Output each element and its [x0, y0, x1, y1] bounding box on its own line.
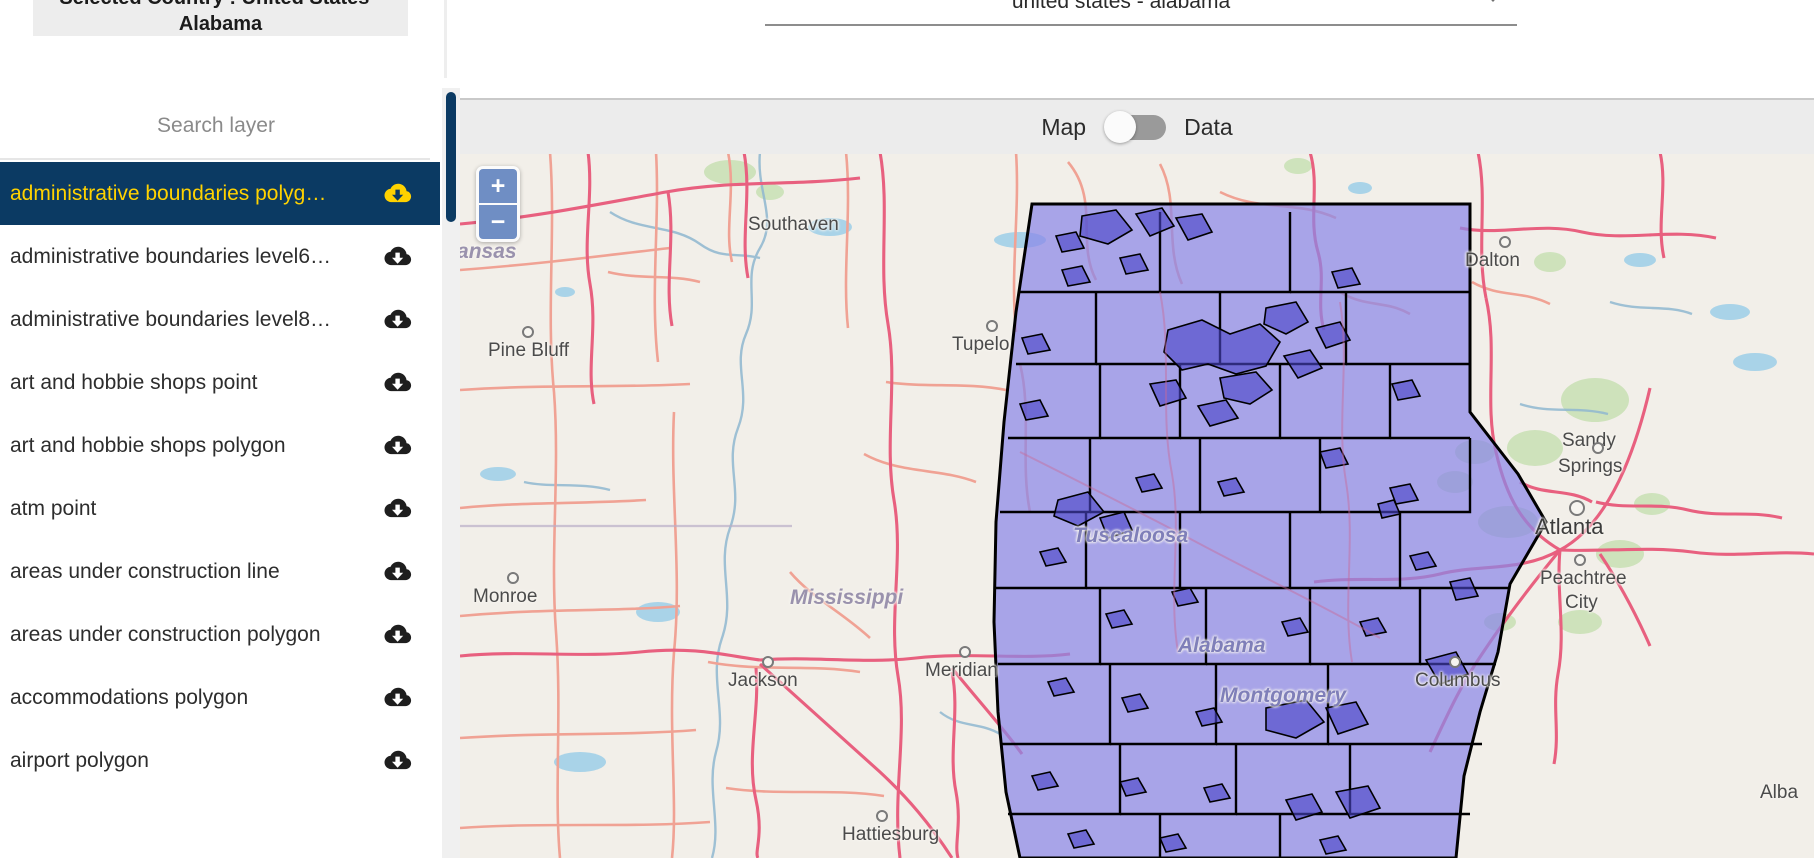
- selected-country-chip: Selected Country : United States - Alaba…: [33, 0, 408, 36]
- layer-list-item-label: administrative boundaries polyg…: [10, 181, 327, 205]
- layer-list[interactable]: administrative boundaries polyg… administ…: [0, 162, 440, 858]
- cloud-download-icon[interactable]: [380, 370, 414, 396]
- country-select[interactable]: united states - alabama: [765, 0, 1517, 38]
- layer-list-item-label: administrative boundaries level6…: [10, 244, 331, 268]
- toggle-knob[interactable]: [1104, 111, 1137, 143]
- layer-sidebar: administrative boundaries polyg… administ…: [0, 98, 440, 858]
- cloud-download-icon[interactable]: [380, 559, 414, 585]
- layer-list-item-label: atm point: [10, 496, 97, 520]
- layer-list-item-label: art and hobbie shops point: [10, 370, 258, 394]
- map-graphic: [460, 152, 1814, 858]
- zoom-in-button[interactable]: +: [479, 169, 517, 203]
- layer-list-item[interactable]: administrative boundaries polyg…: [0, 162, 440, 225]
- map-data-toggle-bar: Map Data: [460, 98, 1814, 154]
- layer-list-item[interactable]: areas under construction polygon: [0, 603, 440, 666]
- cloud-download-icon[interactable]: [380, 244, 414, 270]
- layer-list-item[interactable]: art and hobbie shops point: [0, 351, 440, 414]
- search-underline: [0, 158, 430, 160]
- layer-list-item[interactable]: art and hobbie shops polygon: [0, 414, 440, 477]
- layer-list-item-label: administrative boundaries level8…: [10, 307, 331, 331]
- map-area: Map Data + − Southaven Dalton Pine Bluff…: [460, 98, 1814, 858]
- cloud-download-icon[interactable]: [380, 307, 414, 333]
- map-zoom-controls[interactable]: + −: [476, 166, 520, 242]
- map-canvas[interactable]: + − Southaven Dalton Pine Bluff Tupelo Sandy…: [460, 152, 1814, 858]
- country-select-value: united states - alabama: [1011, 0, 1231, 13]
- layer-list-item-label: airport polygon: [10, 748, 149, 772]
- cloud-download-icon[interactable]: [380, 622, 414, 648]
- app-root: Selected Country : United States - Alaba…: [0, 0, 1814, 858]
- layer-list-item-label: art and hobbie shops polygon: [10, 433, 286, 457]
- layer-list-item[interactable]: accommodations polygon: [0, 666, 440, 729]
- layer-list-item[interactable]: administrative boundaries level8…: [0, 288, 440, 351]
- layer-list-item-label: accommodations polygon: [10, 685, 249, 709]
- toggle-label-data: Data: [1184, 113, 1233, 140]
- top-bar: Selected Country : United States - Alaba…: [0, 0, 1814, 86]
- cloud-download-icon[interactable]: [380, 496, 414, 522]
- header-divider: [444, 0, 447, 78]
- search-layer-row: [0, 98, 440, 160]
- cloud-download-icon[interactable]: [380, 748, 414, 774]
- layer-list-item-label: areas under construction polygon: [10, 622, 321, 646]
- layer-list-item-label: areas under construction line: [10, 559, 280, 583]
- layer-list-item[interactable]: areas under construction line: [0, 540, 440, 603]
- zoom-out-button[interactable]: −: [479, 205, 517, 239]
- cloud-download-icon[interactable]: [380, 685, 414, 711]
- cloud-download-icon[interactable]: [380, 181, 414, 207]
- layer-list-item[interactable]: administrative boundaries level6…: [0, 225, 440, 288]
- search-layer-input[interactable]: [0, 104, 432, 148]
- layer-list-item[interactable]: airport polygon: [0, 729, 440, 792]
- map-data-toggle[interactable]: [1104, 111, 1167, 143]
- country-select-underline: [765, 24, 1517, 26]
- sidebar-scrollbar-thumb[interactable]: [446, 92, 456, 222]
- cloud-download-icon[interactable]: [380, 433, 414, 459]
- chevron-down-icon[interactable]: [1482, 0, 1504, 2]
- layer-list-item[interactable]: atm point: [0, 477, 440, 540]
- toggle-label-map: Map: [1041, 113, 1087, 140]
